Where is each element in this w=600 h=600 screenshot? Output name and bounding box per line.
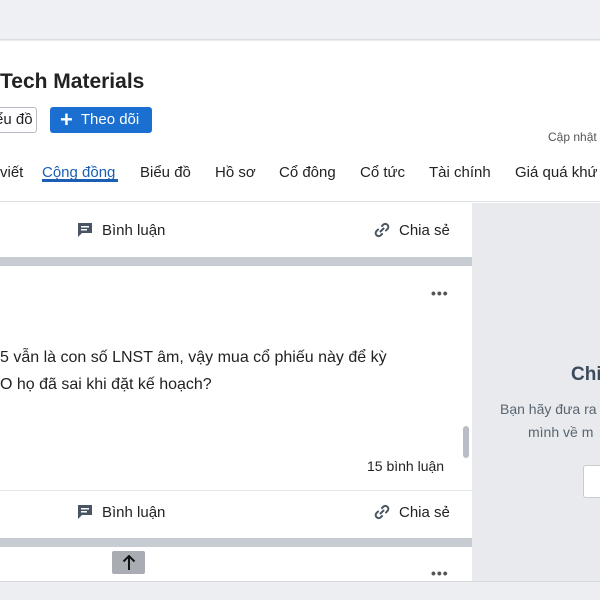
tab-chart[interactable]: Biểu đồ (140, 164, 191, 181)
link-icon (374, 504, 390, 520)
share-label: Chia sẻ (399, 221, 450, 239)
scrollbar-thumb[interactable] (463, 426, 469, 458)
arrow-up-icon (122, 554, 135, 570)
post-line: O họ đã sai khi đặt kế hoạch? (0, 376, 212, 393)
share-label: Chia sẻ (399, 503, 450, 521)
post-content: 5 vẫn là con số LNST âm, vậy mua cổ phiế… (0, 344, 440, 398)
link-icon (374, 222, 390, 238)
browser-top-bar (0, 0, 600, 40)
post-actions-top: Bình luận Chia sẻ (0, 211, 472, 251)
bottom-status-bar (0, 581, 600, 600)
comment-icon (78, 505, 92, 519)
updated-label: Cập nhật (548, 130, 597, 144)
comment-icon (78, 223, 92, 237)
post-line: 5 vẫn là con số LNST âm, vậy mua cổ phiế… (0, 349, 387, 366)
active-tab-indicator (42, 179, 118, 182)
post-actions-bottom: Bình luận Chia sẻ (0, 493, 472, 533)
sidebar-text: mình về m (528, 424, 594, 440)
scroll-to-top-button[interactable] (112, 551, 145, 574)
post-divider (0, 538, 472, 547)
tab-write[interactable]: viết (0, 164, 23, 181)
row-separator (0, 490, 472, 491)
company-title: Tech Materials (0, 70, 145, 93)
post-more-icon[interactable]: ••• (431, 565, 449, 581)
follow-button[interactable]: + Theo dõi (50, 107, 152, 133)
plus-icon: + (60, 107, 73, 132)
tab-finance[interactable]: Tài chính (429, 164, 491, 181)
comment-label: Bình luận (102, 221, 166, 239)
comments-count-link[interactable]: 15 bình luận (367, 458, 444, 474)
sidebar-panel (472, 203, 600, 581)
chart-button[interactable]: ểu đồ (0, 107, 37, 133)
comment-label: Bình luận (102, 503, 166, 521)
sidebar-button[interactable] (583, 465, 600, 498)
share-button[interactable]: Chia sẻ (373, 503, 450, 521)
post-divider (0, 257, 472, 266)
sidebar-text: Bạn hãy đưa ra (500, 401, 597, 417)
comment-button[interactable]: Bình luận (76, 221, 165, 239)
post-more-icon[interactable]: ••• (431, 285, 449, 301)
tab-price-history[interactable]: Giá quá khứ (515, 164, 598, 181)
tab-shareholders[interactable]: Cổ đông (279, 164, 336, 181)
comment-button[interactable]: Bình luận (76, 503, 165, 521)
sidebar-title: Chi (571, 364, 600, 385)
tab-profile[interactable]: Hồ sơ (215, 164, 256, 181)
follow-label: Theo dõi (80, 111, 140, 128)
share-button[interactable]: Chia sẻ (373, 221, 450, 239)
tab-dividends[interactable]: Cổ tức (360, 164, 405, 181)
